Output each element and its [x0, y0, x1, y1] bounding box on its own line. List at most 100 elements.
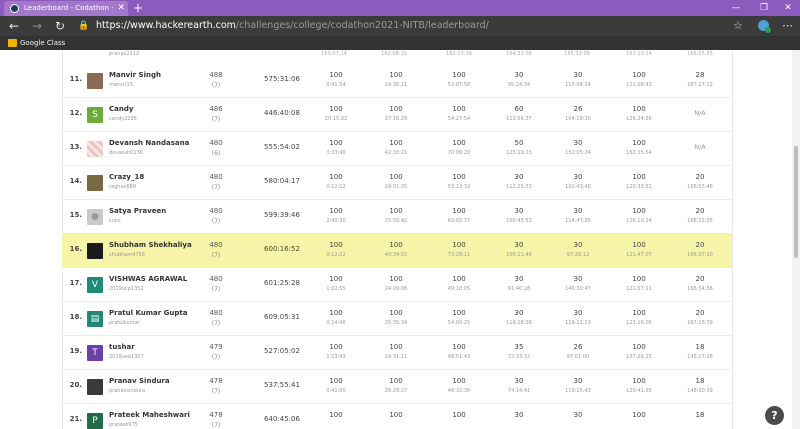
problem-cell: 100 54:00:25: [429, 302, 489, 336]
more-icon[interactable]: ⋯: [782, 18, 793, 34]
cell-time: 166:54:56: [687, 286, 713, 292]
problem-cell: 100: [609, 404, 669, 429]
avatar-person-icon: ●: [87, 209, 103, 225]
problems-solved: (7): [211, 388, 221, 395]
table-row: 14. Crazy_18 raghav689 480 (7) 580:04:17 100 0:…: [62, 166, 732, 200]
problem-cell: 100 1:13:43: [306, 336, 366, 370]
cell-score: 30: [573, 173, 583, 181]
tab-title: Leaderboard - Codathon - Inter C: [24, 4, 116, 12]
avatar: S: [87, 107, 103, 123]
cell-score: 100: [452, 275, 466, 283]
cell-time: 26:29:27: [384, 388, 408, 394]
problem-cell: 20 166:37:10: [670, 234, 730, 268]
cell-time: 1:02:55: [326, 286, 346, 292]
forward-icon[interactable]: →: [32, 18, 42, 34]
avatar: P: [87, 413, 103, 429]
participant-handle: candy2235: [109, 116, 137, 122]
browser-tab[interactable]: Leaderboard - Codathon - Inter C ✕: [4, 1, 128, 16]
participant-name[interactable]: VISHWAS AGRAWAL: [109, 275, 187, 283]
participant-name[interactable]: Crazy_18: [109, 173, 144, 181]
problem-cell: 100 126:24:36: [609, 98, 669, 132]
cell-score: 30: [573, 139, 583, 147]
cell-score: 100: [329, 241, 343, 249]
cell-time: 121:47:07: [626, 252, 652, 258]
problem-cell: 100 70:06:20: [429, 132, 489, 166]
total-time: 575:31:06: [264, 75, 300, 83]
cell-score: 100: [452, 241, 466, 249]
cell-time: 163:10:14: [626, 51, 652, 57]
cell-time: 3:33:40: [326, 150, 346, 156]
rank: 19.: [69, 347, 82, 355]
bookmark-google-class[interactable]: Google Class: [20, 37, 65, 49]
problem-cell: 100 53:13:32: [429, 166, 489, 200]
problem-cell: 100 0:41:54: [306, 64, 366, 98]
back-icon[interactable]: ←: [9, 18, 19, 34]
total-time: 601:25:28: [264, 279, 300, 287]
cell-score: 30: [573, 275, 583, 283]
avatar-chat-icon: ▤: [87, 311, 103, 327]
cell-time: 24:31:11: [384, 354, 408, 360]
help-button[interactable]: ?: [765, 406, 784, 425]
cell-time: 104:19:30: [565, 116, 591, 122]
problem-cell: 100 126:10:24: [609, 200, 669, 234]
cell-time: 166:22:05: [687, 218, 713, 224]
participant-name[interactable]: Manvir Singh: [109, 71, 161, 79]
problem-cell: 100 42:33:21: [366, 132, 426, 166]
participant-name[interactable]: tushar: [109, 343, 135, 351]
close-tab-icon[interactable]: ✕: [117, 2, 125, 14]
minimize-button[interactable]: —: [724, 0, 748, 16]
cell-time: 167:27:12: [687, 82, 713, 88]
rank: 11.: [69, 75, 82, 83]
problem-cell: 100 54:27:54: [429, 98, 489, 132]
cell-score: 35: [514, 343, 524, 351]
cell-time: 20:15:02: [324, 116, 348, 122]
participant-name[interactable]: Devansh Nandasana: [109, 139, 189, 147]
cell-score: 100: [452, 411, 466, 419]
problem-cell: 100 48:32:36: [429, 370, 489, 404]
cell-time: 97:01:00: [566, 354, 590, 360]
problem-cell: 30 95:24:34: [489, 64, 549, 98]
cell-time: 162:08:19: [381, 51, 407, 57]
participant-name[interactable]: Satya Praveen: [109, 207, 166, 215]
problem-cell: 60 113:56:37: [489, 98, 549, 132]
problem-cell: 30 119:15:43: [548, 370, 608, 404]
scrollbar-thumb[interactable]: [794, 146, 798, 258]
problem-cell: 18 148:00:39: [670, 370, 730, 404]
maximize-button[interactable]: ❐: [752, 0, 776, 16]
problem-cell: 50 125:19:23: [489, 132, 549, 166]
participant-name[interactable]: Prateek Maheshwari: [109, 411, 190, 419]
problems-solved: (7): [211, 320, 221, 327]
table-row: 12. S Candy candy2235 486 (7) 446:40:08 100 20:1…: [62, 98, 732, 132]
lock-icon[interactable]: 🔒: [78, 19, 89, 33]
problems-solved: (7): [211, 422, 221, 429]
url-text[interactable]: https://www.hackerearth.com/challenges/c…: [96, 19, 489, 33]
cell-score: 20: [695, 275, 705, 283]
participant-handle: pranavsindura: [109, 388, 146, 394]
cell-time: 102:43:48: [565, 184, 591, 190]
participant-name[interactable]: Candy: [109, 105, 133, 113]
url-path: /challenges/college/codathon2021-NITB/le…: [235, 20, 489, 31]
cell-time: 120:33:51: [626, 184, 652, 190]
table-row: 19. Ttushar 2019uee1307 479 (7) 527:05:02 100 1…: [62, 336, 732, 370]
refresh-icon[interactable]: ↻: [55, 18, 65, 34]
close-window-button[interactable]: ✕: [776, 0, 800, 16]
participant-name[interactable]: Shubham Shekhaliya: [109, 241, 192, 249]
new-tab-button[interactable]: +: [133, 0, 143, 16]
problem-cell: 100: [366, 404, 426, 429]
cell-time: 114:47:35: [565, 218, 591, 224]
star-icon[interactable]: ☆: [733, 18, 743, 34]
avatar: [87, 73, 103, 89]
cell-time: 100:11:48: [506, 252, 532, 258]
participant-name[interactable]: Pranav Sindura: [109, 377, 170, 385]
google-classroom-icon: [8, 39, 17, 47]
address-bar[interactable]: 🔒 https://www.hackerearth.com/challenges…: [78, 18, 718, 34]
cell-score: 100: [329, 207, 343, 215]
cell-score: 100: [632, 275, 646, 283]
problem-cell: 100 0:41:00: [306, 370, 366, 404]
cell-score: 30: [514, 207, 524, 215]
cell-time: 163:07:14: [321, 51, 347, 57]
cell-score: 100: [329, 343, 343, 351]
cell-time: 72:33:32: [507, 354, 531, 360]
participant-name[interactable]: Pratul Kumar Gupta: [109, 309, 187, 317]
participant-handle: pratulkumar: [109, 320, 140, 326]
